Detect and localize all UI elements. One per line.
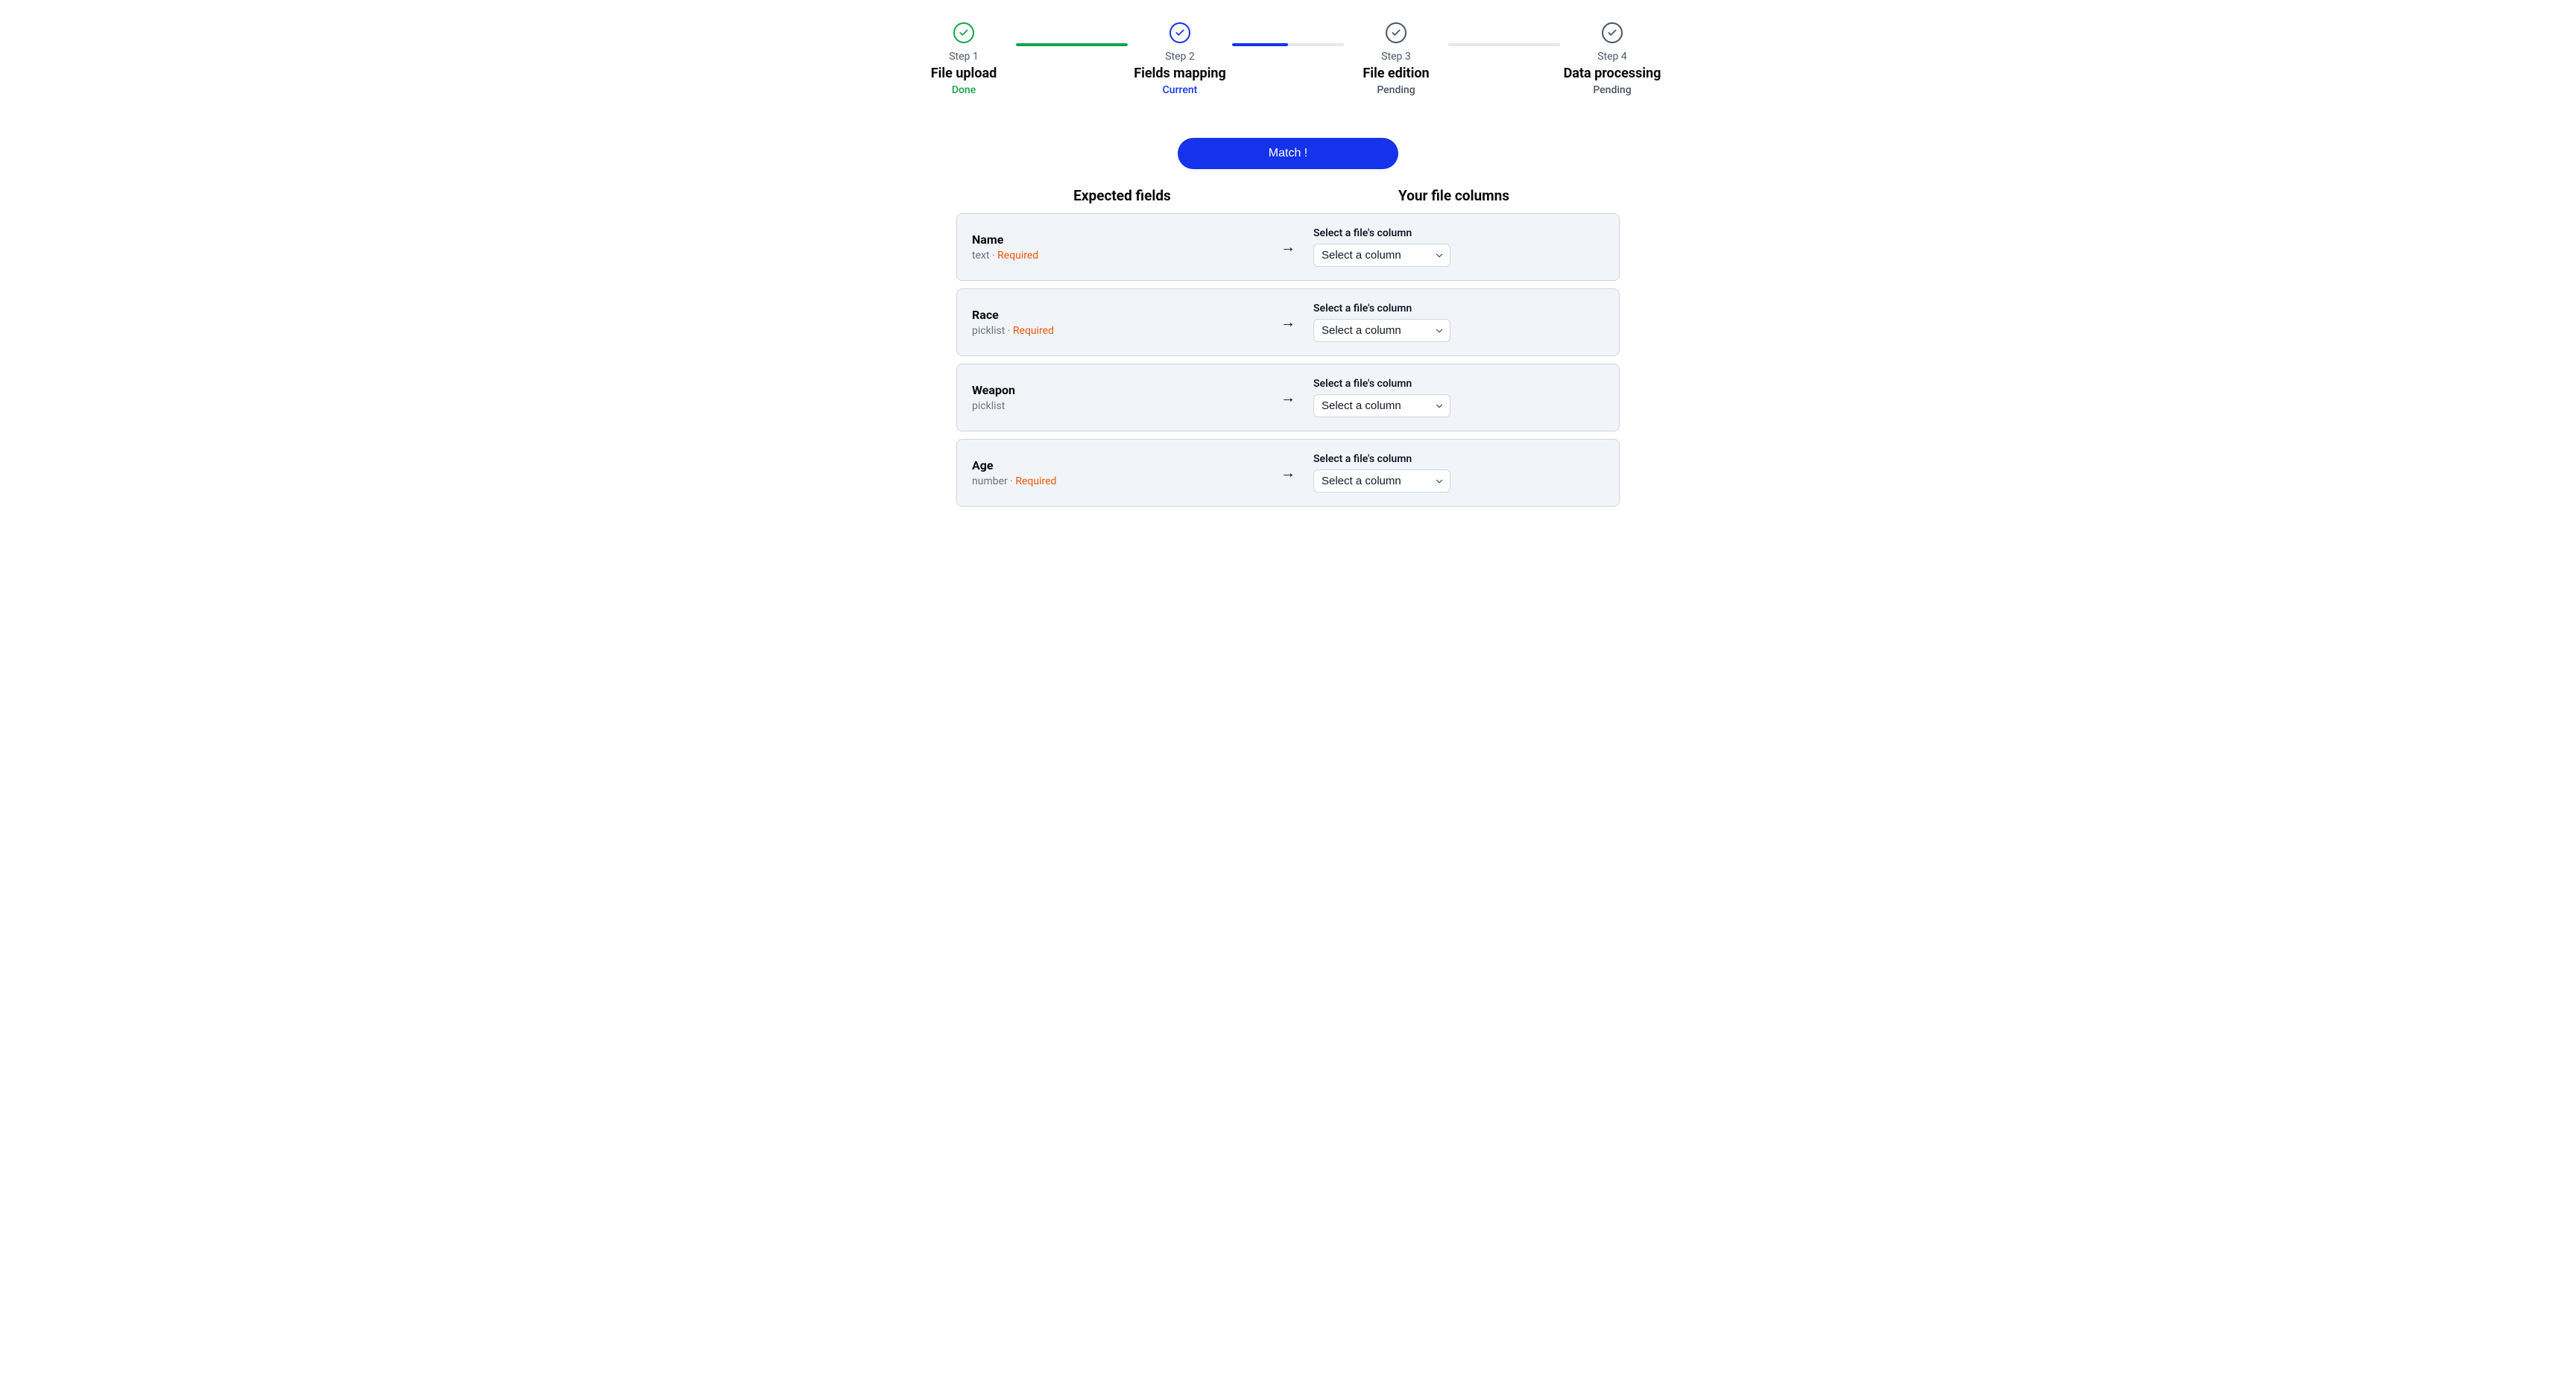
step-connector-1 <box>1016 43 1128 46</box>
expected-fields-header: Expected fields <box>956 187 1288 204</box>
arrow-right-icon: → <box>1275 388 1301 407</box>
select-label: Select a file's column <box>1313 453 1604 465</box>
check-circle-icon <box>1602 22 1623 43</box>
field-meta: number · Required <box>972 475 1263 487</box>
field-row-weapon: Weapon picklist → Select a file's column… <box>956 364 1620 431</box>
step-1: Step 1 File upload Done <box>912 22 1016 96</box>
column-select-age[interactable]: Select a column <box>1313 469 1450 493</box>
field-name: Weapon <box>972 383 1263 397</box>
field-meta: text · Required <box>972 250 1263 262</box>
field-row-name: Name text · Required → Select a file's c… <box>956 213 1620 281</box>
field-meta: picklist · Required <box>972 325 1263 337</box>
column-select-weapon[interactable]: Select a column <box>1313 394 1450 417</box>
match-button[interactable]: Match ! <box>1178 138 1398 169</box>
step-status: Current <box>1163 84 1198 96</box>
arrow-right-icon: → <box>1275 313 1301 332</box>
field-name: Age <box>972 458 1263 472</box>
step-connector-2 <box>1232 43 1344 46</box>
arrow-right-icon: → <box>1275 238 1301 256</box>
field-name: Race <box>972 308 1263 322</box>
step-4: Step 4 Data processing Pending <box>1560 22 1664 96</box>
step-label: Step 4 <box>1597 51 1627 63</box>
arrow-right-icon: → <box>1275 464 1301 482</box>
column-headers: Expected fields Your file columns <box>956 187 1620 204</box>
step-label: Step 3 <box>1381 51 1411 63</box>
step-title: Fields mapping <box>1134 66 1226 81</box>
step-title: File upload <box>931 66 997 81</box>
step-title: Data processing <box>1564 66 1661 81</box>
step-status: Pending <box>1377 84 1415 96</box>
select-label: Select a file's column <box>1313 227 1604 239</box>
step-title: File edition <box>1363 66 1429 81</box>
field-row-race: Race picklist · Required → Select a file… <box>956 288 1620 356</box>
step-label: Step 2 <box>1165 51 1195 63</box>
column-select-name[interactable]: Select a column <box>1313 244 1450 267</box>
step-connector-3 <box>1448 43 1560 46</box>
step-status: Pending <box>1593 84 1631 96</box>
stepper: Step 1 File upload Done Step 2 Fields ma… <box>729 22 1847 96</box>
field-row-age: Age number · Required → Select a file's … <box>956 439 1620 507</box>
select-label: Select a file's column <box>1313 303 1604 314</box>
select-label: Select a file's column <box>1313 378 1604 390</box>
column-select-race[interactable]: Select a column <box>1313 319 1450 342</box>
step-label: Step 1 <box>949 51 979 63</box>
step-2: Step 2 Fields mapping Current <box>1128 22 1232 96</box>
your-file-columns-header: Your file columns <box>1288 187 1620 204</box>
step-status: Done <box>952 84 976 96</box>
check-circle-icon <box>1169 22 1190 43</box>
field-mapping-list: Name text · Required → Select a file's c… <box>956 213 1620 507</box>
check-circle-icon <box>953 22 974 43</box>
field-meta: picklist <box>972 400 1263 412</box>
step-3: Step 3 File edition Pending <box>1344 22 1448 96</box>
field-name: Name <box>972 232 1263 247</box>
check-circle-icon <box>1386 22 1407 43</box>
